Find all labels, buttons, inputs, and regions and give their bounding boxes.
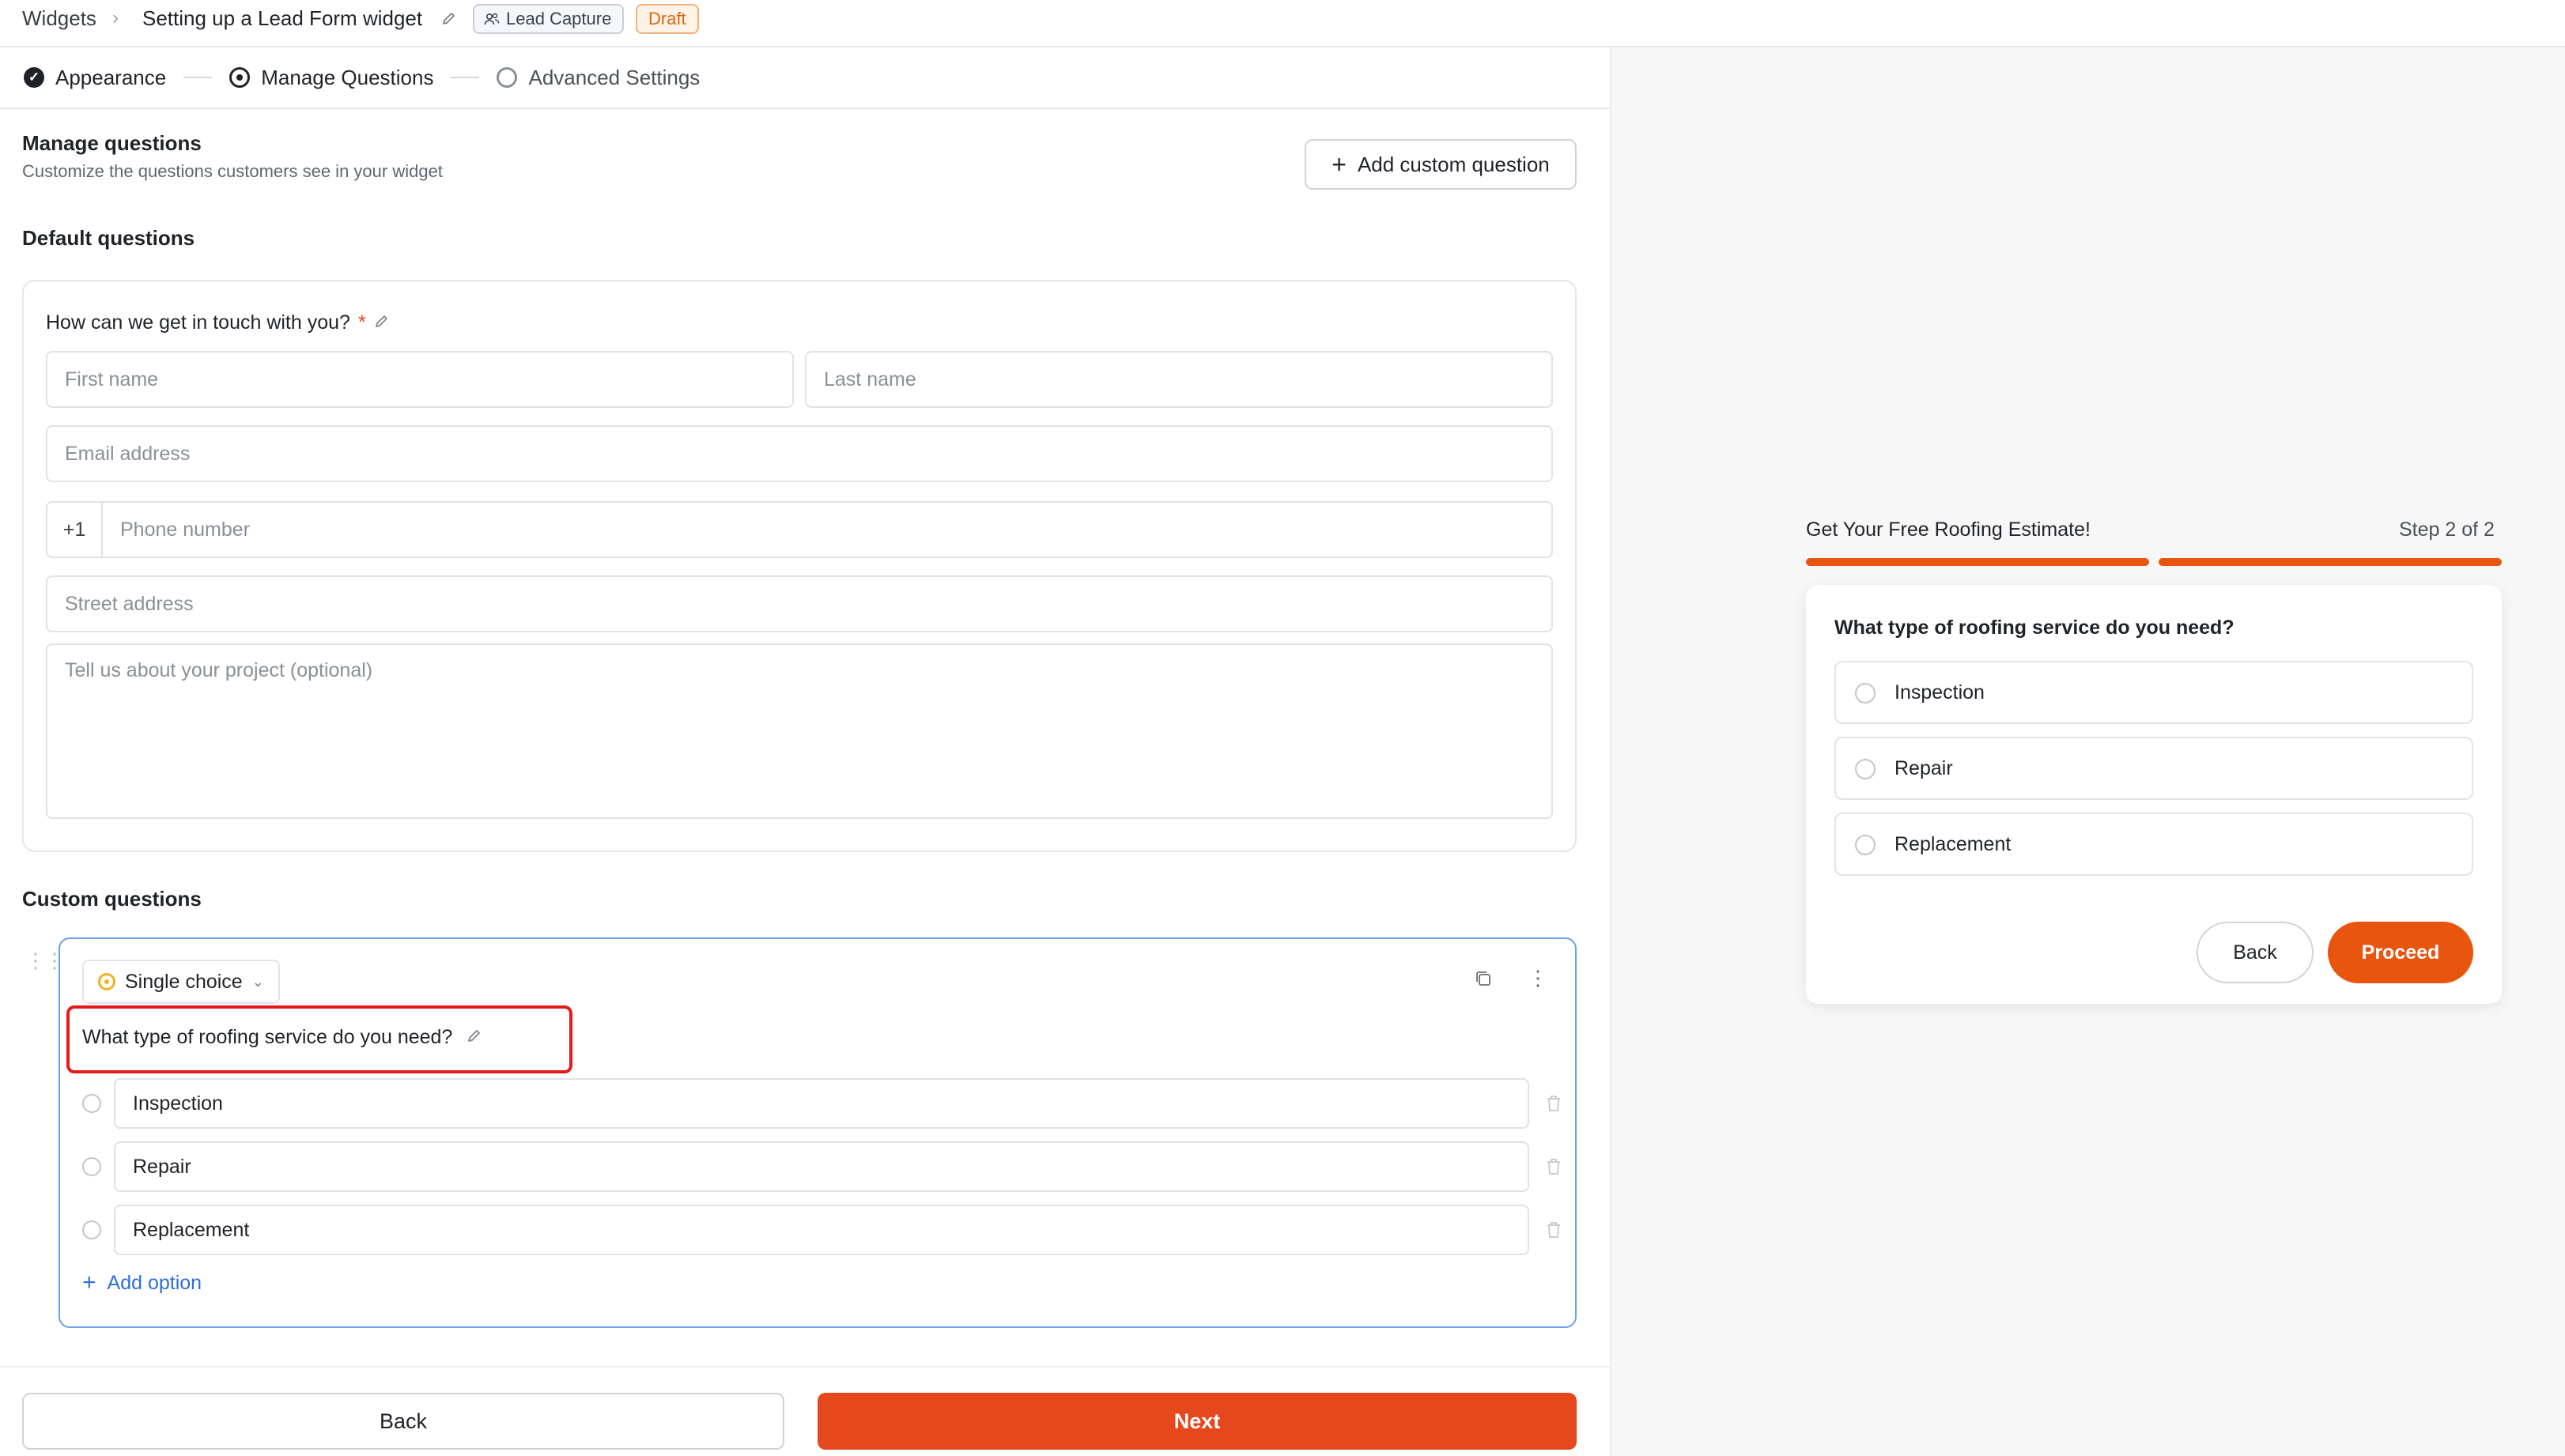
back-button[interactable]: Back (22, 1393, 784, 1450)
project-placeholder: Tell us about your project (optional) (65, 659, 373, 681)
option-input[interactable]: Inspection (114, 1078, 1529, 1129)
custom-questions-heading: Custom questions (22, 887, 202, 911)
phone-placeholder: Phone number (120, 518, 251, 541)
duplicate-icon[interactable] (1474, 969, 1493, 988)
step-label: Appearance (55, 65, 167, 89)
preview-option-label: Repair (1894, 756, 1953, 779)
delete-option-icon[interactable] (1545, 1220, 1562, 1239)
required-marker: * (357, 311, 366, 334)
preview-proceed-button[interactable]: Proceed (2328, 922, 2473, 983)
footer-bar: Back Next (0, 1366, 1610, 1456)
preview-option-label: Inspection (1894, 681, 1985, 703)
last-name-placeholder: Last name (824, 368, 916, 390)
users-icon (484, 13, 500, 25)
default-questions-heading: Default questions (22, 226, 195, 250)
default-question-title: How can we get in touch with you? * (46, 311, 390, 334)
option-value: Inspection (133, 1092, 223, 1115)
preview-option-label: Replacement (1894, 832, 2012, 855)
edit-question-icon[interactable] (467, 1028, 482, 1048)
add-option-button[interactable]: + Add option (82, 1271, 202, 1295)
radio-icon (1855, 683, 1876, 703)
add-option-label: Add option (107, 1271, 202, 1294)
step-appearance[interactable]: ✓ Appearance (24, 66, 166, 90)
plus-icon: + (1332, 150, 1347, 179)
lead-capture-badge: Lead Capture (473, 4, 625, 34)
custom-question-title[interactable]: What type of roofing service do you need… (82, 1026, 482, 1049)
step-label: Manage Questions (261, 65, 434, 89)
option-radio-icon (82, 1157, 101, 1176)
lead-capture-label: Lead Capture (506, 9, 612, 28)
add-custom-question-label: Add custom question (1357, 152, 1550, 176)
option-value: Repair (133, 1155, 191, 1178)
radio-type-icon (98, 973, 115, 990)
stepper: ✓ Appearance Manage Questions Advanced S… (0, 47, 1610, 109)
preview-question: What type of roofing service do you need… (1834, 617, 2234, 639)
step-advanced-settings[interactable]: Advanced Settings (497, 66, 700, 90)
option-radio-icon (82, 1220, 101, 1239)
top-bar: Widgets › Setting up a Lead Form widget … (0, 0, 2565, 47)
default-question-card: How can we get in touch with you? * Firs… (22, 280, 1577, 852)
more-options-icon[interactable]: ⋮ (1528, 968, 1548, 988)
step-label: Advanced Settings (528, 65, 701, 89)
question-type-dropdown[interactable]: Single choice ⌄ (82, 960, 280, 1004)
page-title: Setting up a Lead Form widget (142, 6, 423, 30)
phone-country-code[interactable]: +1 (47, 503, 103, 556)
preview-card: What type of roofing service do you need… (1806, 585, 2502, 1004)
custom-question-text: What type of roofing service do you need… (82, 1026, 453, 1048)
chevron-down-icon: ⌄ (251, 973, 264, 990)
delete-option-icon[interactable] (1545, 1094, 1562, 1113)
option-value: Replacement (133, 1218, 250, 1241)
preview-back-button[interactable]: Back (2197, 922, 2314, 983)
step-connector (183, 77, 213, 78)
preview-option[interactable]: Inspection (1834, 661, 2473, 724)
empty-circle-icon (497, 67, 518, 88)
radio-icon (1855, 759, 1876, 779)
breadcrumb-widgets[interactable]: Widgets (22, 0, 96, 36)
phone-field[interactable]: +1 Phone number (46, 501, 1553, 558)
project-description-textarea[interactable]: Tell us about your project (optional) (46, 643, 1553, 819)
option-input[interactable]: Repair (114, 1141, 1529, 1192)
last-name-field[interactable]: Last name (805, 351, 1553, 408)
edit-question-icon[interactable] (374, 313, 390, 334)
edit-title-icon[interactable] (441, 0, 457, 36)
editor-pane: ✓ Appearance Manage Questions Advanced S… (0, 47, 1610, 1456)
widget-preview-pane: Get Your Free Roofing Estimate! Step 2 o… (1610, 47, 2565, 1456)
drag-handle-icon[interactable]: ⋮⋮ (25, 950, 65, 971)
check-circle-icon: ✓ (24, 67, 44, 88)
preview-option[interactable]: Replacement (1834, 813, 2473, 876)
plus-icon: + (82, 1269, 96, 1296)
street-address-field[interactable]: Street address (46, 575, 1553, 632)
breadcrumb-chevron-icon: › (112, 7, 119, 28)
email-field[interactable]: Email address (46, 425, 1553, 482)
preview-title: Get Your Free Roofing Estimate! (1806, 519, 2091, 541)
current-step-icon (229, 67, 251, 88)
option-input[interactable]: Replacement (114, 1205, 1529, 1255)
email-placeholder: Email address (65, 442, 191, 465)
question-type-label: Single choice (125, 970, 243, 993)
manage-questions-subtitle: Customize the questions customers see in… (22, 161, 443, 181)
default-question-text: How can we get in touch with you? (46, 311, 350, 334)
first-name-placeholder: First name (65, 368, 159, 390)
progress-segment (1806, 558, 2149, 566)
step-manage-questions[interactable]: Manage Questions (229, 66, 433, 90)
add-custom-question-button[interactable]: + Add custom question (1305, 139, 1577, 190)
first-name-field[interactable]: First name (46, 351, 794, 408)
radio-icon (1855, 835, 1876, 855)
street-address-placeholder: Street address (65, 592, 194, 615)
option-radio-icon (82, 1094, 101, 1113)
preview-option[interactable]: Repair (1834, 737, 2473, 800)
status-badge: Draft (636, 4, 699, 34)
custom-question-card: Single choice ⌄ ⋮ What type of roofing s… (59, 937, 1577, 1328)
preview-step-indicator: Step 2 of 2 (2399, 519, 2495, 541)
progress-segment (2159, 558, 2502, 566)
manage-questions-title: Manage questions (22, 131, 202, 155)
delete-option-icon[interactable] (1545, 1157, 1562, 1176)
next-button[interactable]: Next (818, 1393, 1577, 1450)
step-connector (451, 77, 480, 78)
